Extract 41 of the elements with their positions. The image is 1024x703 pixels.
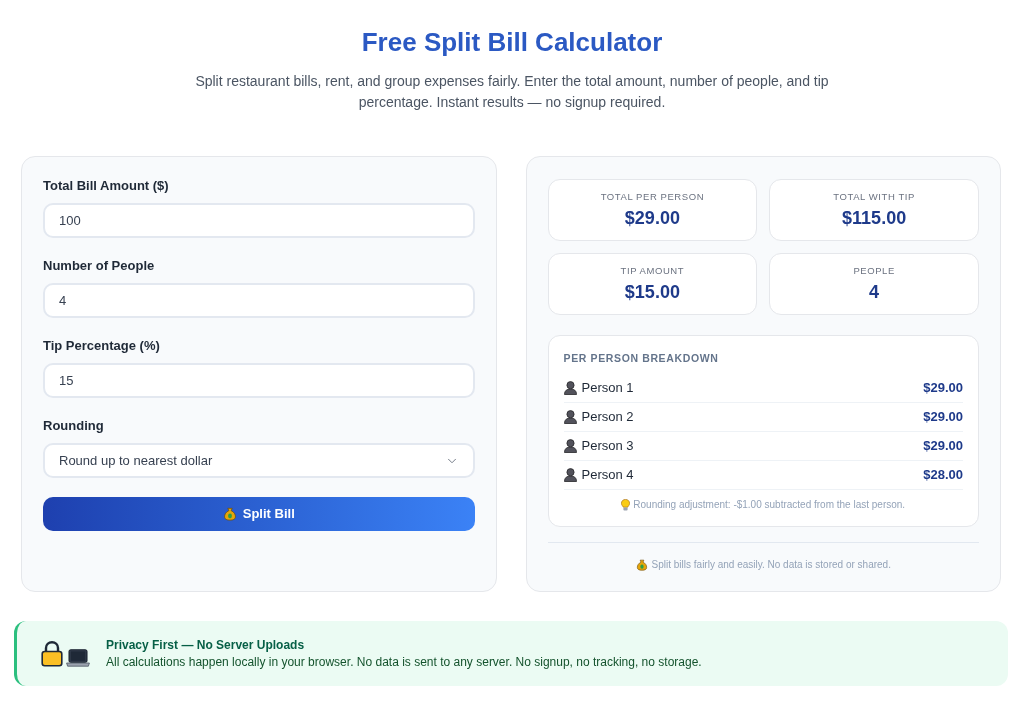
stat-label: PEOPLE: [853, 265, 895, 277]
stat-value: $29.00: [624, 207, 680, 229]
input-field[interactable]: 4: [43, 283, 475, 318]
person-name: Person 2: [581, 408, 634, 427]
person-icon: [563, 439, 577, 453]
stat-label: TOTAL PER PERSON: [600, 191, 705, 203]
person-name: Person 4: [581, 466, 634, 485]
input-field[interactable]: 15: [43, 363, 475, 398]
person-icon: [563, 381, 577, 395]
field-label: Total Bill Amount ($): [43, 177, 170, 195]
privacy-title: Privacy First — No Server Uploads: [106, 636, 306, 654]
laptop-icon: [66, 648, 90, 667]
stat-value: 4: [869, 281, 880, 303]
input-field[interactable]: 100: [43, 203, 475, 238]
stat-value: $15.00: [624, 281, 680, 303]
field-label: Number of People: [43, 257, 156, 275]
person-name: Person 3: [581, 437, 634, 456]
split-bill-button[interactable]: Split Bill: [43, 497, 475, 531]
page-title: Free Split Bill Calculator: [360, 27, 664, 57]
person-icon: [563, 410, 577, 424]
person-amount: $28.00: [923, 466, 963, 485]
privacy-text: All calculations happen locally in your browser. No data is sent to any server. No signup, no tracking, no storage.: [106, 653, 702, 671]
footer-note: Split bills fairly and easily. No data is stored or shared.: [651, 558, 891, 572]
stat-value: $115.00: [842, 207, 907, 229]
money-bag-icon: [222, 507, 237, 521]
lightbulb-icon: [621, 499, 631, 511]
person-name: Person 1: [581, 379, 634, 398]
person-amount: $29.00: [923, 379, 963, 398]
person-amount: $29.00: [923, 437, 963, 456]
field-label: Tip Percentage (%): [43, 337, 161, 355]
field-label: Rounding: [43, 417, 105, 435]
money-bag-icon: [635, 559, 648, 571]
person-icon: [563, 468, 577, 482]
lock-icon: [41, 640, 63, 667]
select-dropdown[interactable]: Round up to nearest dollar: [43, 443, 475, 478]
page-subtitle: Split restaurant bills, rent, and group expenses fairly. Enter the total amount, number of people, and tip percentage. Instant results — no signup required.: [194, 72, 830, 112]
person-amount: $29.00: [923, 408, 963, 427]
breakdown-title: PER PERSON BREAKDOWN: [563, 351, 720, 365]
stat-label: TIP AMOUNT: [620, 265, 685, 277]
stat-label: TOTAL WITH TIP: [833, 191, 915, 203]
rounding-note: Rounding adjustment: -$1.00 subtracted from the last person.: [633, 498, 906, 512]
